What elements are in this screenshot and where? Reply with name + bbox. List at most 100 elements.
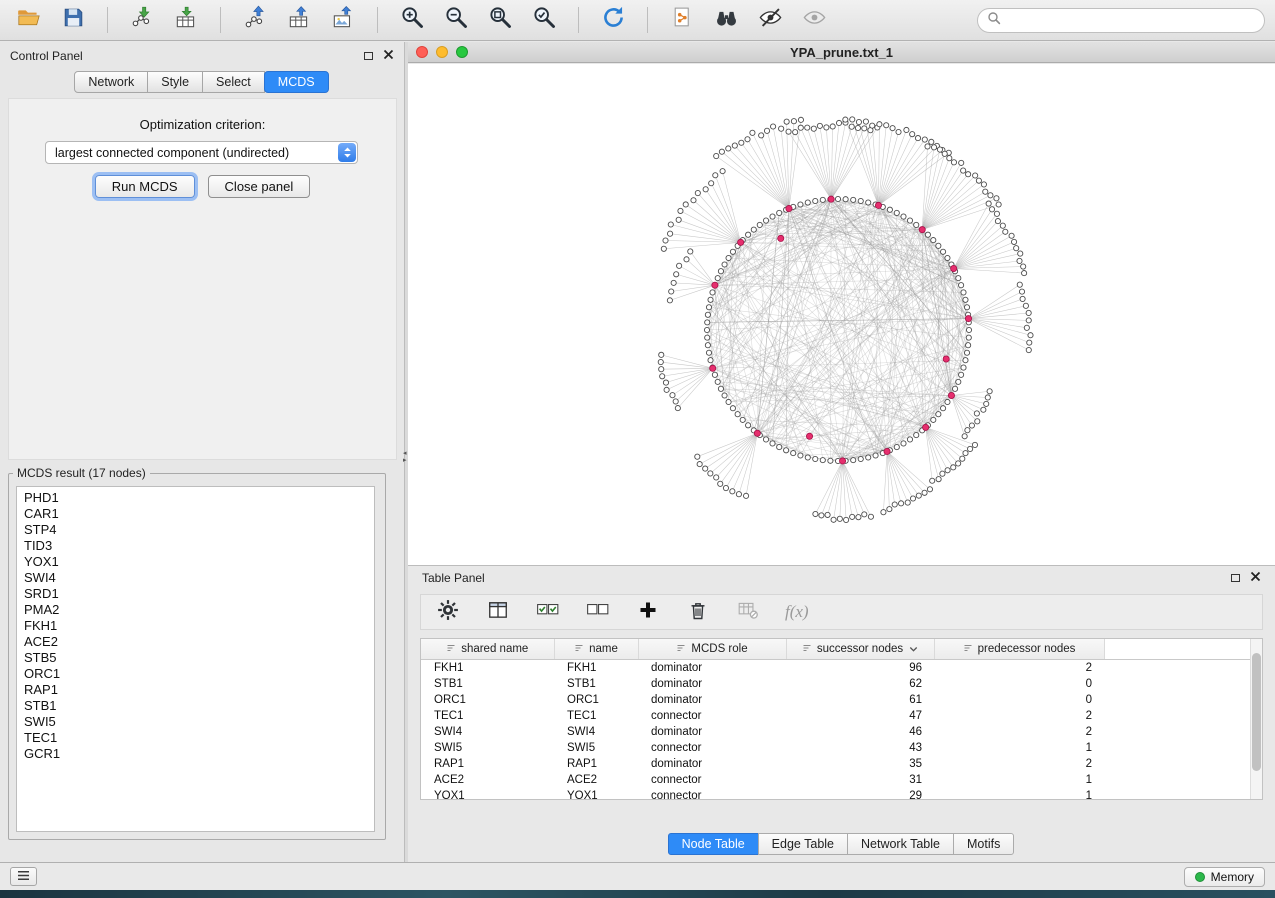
mcds-result-item[interactable]: FKH1	[17, 618, 374, 634]
splitter-collapse-icon[interactable]: ◂▸	[403, 450, 407, 464]
zoom-selected-button[interactable]	[525, 4, 563, 36]
mcds-result-list[interactable]: PHD1CAR1STP4TID3YOX1SWI4SRD1PMA2FKH1ACE2…	[16, 486, 375, 832]
bottom-tab-edge-table[interactable]: Edge Table	[758, 833, 848, 855]
zoom-in-icon	[399, 4, 426, 36]
close-traffic-light[interactable]	[416, 46, 428, 58]
mcds-result-item[interactable]: TEC1	[17, 730, 374, 746]
float-panel-icon[interactable]	[1231, 574, 1240, 582]
column-header-MCDS-role[interactable]: MCDS role	[638, 639, 786, 659]
export-network-button[interactable]	[236, 4, 274, 36]
hide-graphics-details-button[interactable]	[751, 4, 789, 36]
cell-name: SWI4	[554, 724, 638, 740]
table-row[interactable]: SWI4SWI4dominator462	[421, 724, 1262, 740]
cell-successor-nodes: 62	[786, 676, 934, 692]
cell-predecessor-nodes: 0	[934, 692, 1104, 708]
zoom-fit-button[interactable]	[481, 4, 519, 36]
mcds-result-item[interactable]: STB1	[17, 698, 374, 714]
search-input[interactable]	[1007, 13, 1255, 27]
table-panel-header: Table Panel	[408, 566, 1275, 590]
mcds-result-item[interactable]: TID3	[17, 538, 374, 554]
table-row[interactable]: ACE2ACE2connector311	[421, 772, 1262, 788]
zoom-in-button[interactable]	[393, 4, 431, 36]
select-all-button[interactable]	[535, 599, 561, 625]
node-table: shared namenameMCDS rolesuccessor nodesp…	[420, 638, 1263, 800]
table-row[interactable]: TEC1TEC1connector472	[421, 708, 1262, 724]
mcds-result-item[interactable]: GCR1	[17, 746, 374, 762]
close-panel-icon[interactable]	[383, 47, 394, 65]
network-window-titlebar[interactable]: YPA_prune.txt_1	[408, 42, 1275, 63]
mcds-result-item[interactable]: CAR1	[17, 506, 374, 522]
find-button[interactable]	[707, 4, 745, 36]
table-row[interactable]: STB1STB1dominator620	[421, 676, 1262, 692]
optimization-criterion-dropdown[interactable]: largest connected component (undirected)	[45, 141, 358, 164]
column-header-name[interactable]: name	[554, 639, 638, 659]
import-network-button[interactable]	[123, 4, 161, 36]
close-panel-icon[interactable]	[1250, 569, 1261, 587]
tab-network[interactable]: Network	[74, 71, 148, 93]
control-panel: Control Panel NetworkStyleSelectMCDS Opt…	[0, 42, 405, 862]
network-canvas[interactable]	[408, 64, 1275, 565]
mcds-result-item[interactable]: ORC1	[17, 666, 374, 682]
optimization-criterion-label: Optimization criterion:	[9, 117, 396, 132]
control-panel-header: Control Panel	[0, 42, 404, 70]
refresh-view-button[interactable]	[594, 4, 632, 36]
float-panel-icon[interactable]	[364, 52, 373, 60]
table-row[interactable]: ORC1ORC1dominator610	[421, 692, 1262, 708]
table-settings-button[interactable]	[435, 599, 461, 625]
mcds-result-item[interactable]: STB5	[17, 650, 374, 666]
table-row[interactable]: RAP1RAP1dominator352	[421, 756, 1262, 772]
save-session-button[interactable]	[54, 4, 92, 36]
cell-shared-name: ACE2	[421, 772, 554, 788]
bottom-tab-motifs[interactable]: Motifs	[953, 833, 1014, 855]
show-columns-button[interactable]	[485, 599, 511, 625]
search-box[interactable]	[977, 8, 1265, 33]
table-row[interactable]: YOX1YOX1connector291	[421, 788, 1262, 801]
application-window: Control Panel NetworkStyleSelectMCDS Opt…	[0, 0, 1275, 898]
column-header-predecessor-nodes[interactable]: predecessor nodes	[934, 639, 1104, 659]
tab-style[interactable]: Style	[147, 71, 203, 93]
add-column-button[interactable]	[635, 599, 661, 625]
zoom-out-button[interactable]	[437, 4, 475, 36]
mcds-result-item[interactable]: ACE2	[17, 634, 374, 650]
table-row[interactable]: SWI5SWI5connector431	[421, 740, 1262, 756]
mcds-result-item[interactable]: SWI4	[17, 570, 374, 586]
close-panel-button[interactable]: Close panel	[208, 175, 311, 198]
column-header-successor-nodes[interactable]: successor nodes	[786, 639, 934, 659]
cell-successor-nodes: 96	[786, 659, 934, 676]
function-builder-button: f(x)	[785, 599, 809, 625]
unselect-all-button[interactable]	[585, 599, 611, 625]
column-header-shared-name[interactable]: shared name	[421, 639, 554, 659]
mcds-result-item[interactable]: STP4	[17, 522, 374, 538]
run-mcds-button[interactable]: Run MCDS	[95, 175, 195, 198]
delete-column-button[interactable]	[685, 599, 711, 625]
memory-button[interactable]: Memory	[1184, 867, 1265, 887]
network-canvas-svg[interactable]	[408, 64, 1275, 565]
bottom-tab-network-table[interactable]: Network Table	[847, 833, 954, 855]
mcds-tab-content: Optimization criterion: largest connecte…	[8, 98, 397, 460]
binoculars-icon	[713, 4, 740, 36]
zoom-fit-icon	[487, 4, 514, 36]
mcds-result-item[interactable]: RAP1	[17, 682, 374, 698]
bottom-tab-node-table[interactable]: Node Table	[668, 833, 759, 855]
mcds-result-item[interactable]: SRD1	[17, 586, 374, 602]
mcds-result-item[interactable]: PMA2	[17, 602, 374, 618]
zoom-traffic-light[interactable]	[456, 46, 468, 58]
tab-mcds[interactable]: MCDS	[264, 71, 329, 93]
export-web-button[interactable]	[663, 4, 701, 36]
mcds-result-item[interactable]: SWI5	[17, 714, 374, 730]
export-table-button[interactable]	[280, 4, 318, 36]
table-scrollbar[interactable]	[1250, 639, 1262, 799]
show-graphics-details-button[interactable]	[795, 4, 833, 36]
import-table-button[interactable]	[167, 4, 205, 36]
mcds-result-item[interactable]: YOX1	[17, 554, 374, 570]
mcds-result-item[interactable]: PHD1	[17, 490, 374, 506]
minimize-traffic-light[interactable]	[436, 46, 448, 58]
tab-select[interactable]: Select	[202, 71, 265, 93]
open-session-button[interactable]	[10, 4, 48, 36]
export-image-button[interactable]	[324, 4, 362, 36]
select-all-icon	[536, 599, 560, 626]
status-menu-button[interactable]	[10, 867, 37, 886]
control-panel-title: Control Panel	[10, 49, 83, 63]
table-row[interactable]: FKH1FKH1dominator962	[421, 659, 1262, 676]
table-scrollbar-thumb[interactable]	[1252, 653, 1261, 771]
